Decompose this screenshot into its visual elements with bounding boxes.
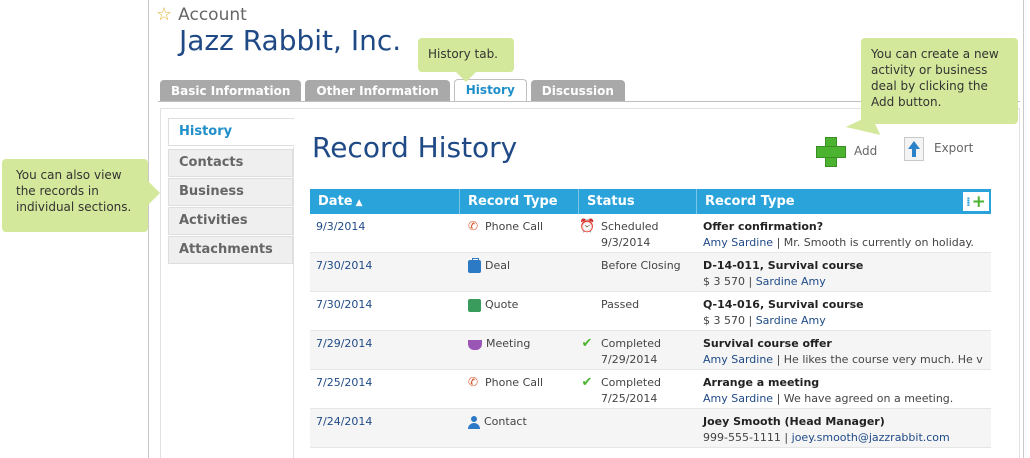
row-date[interactable]: 7/30/2014 — [316, 259, 372, 272]
phone-call-icon: ✆ — [468, 375, 479, 389]
row-type: Meeting — [486, 337, 531, 350]
completed-check-icon: ✔ — [581, 375, 593, 390]
row-type: Contact — [484, 415, 527, 428]
add-column-plus-icon: + — [971, 191, 986, 212]
row-title[interactable]: Offer confirmation? — [703, 219, 991, 235]
sidebar-item-activities[interactable]: Activities — [168, 207, 293, 235]
account-header: ☆ Account — [156, 5, 247, 25]
row-date[interactable]: 7/24/2014 — [316, 415, 372, 428]
row-detail: Mr. Smooth is currently on holiday. — [783, 236, 974, 249]
row-type: Phone Call — [485, 376, 544, 389]
export-button[interactable]: Export — [904, 135, 973, 161]
row-title[interactable]: Arrange a meeting — [703, 375, 991, 391]
row-email-link[interactable]: joey.smooth@jazzrabbit.com — [792, 431, 950, 444]
table-row[interactable]: 7/24/2014 Contact Joey Smooth (Head Mana… — [310, 409, 991, 448]
page-title: Record History — [312, 131, 518, 164]
crm-account-view: ☆ Account Jazz Rabbit, Inc. Basic Inform… — [0, 0, 1030, 458]
meeting-cup-icon — [468, 340, 482, 350]
sidebar-divider — [293, 147, 294, 458]
row-status: Completed — [601, 337, 661, 350]
sidebar-item-contacts[interactable]: Contacts — [168, 149, 293, 177]
table-row[interactable]: 7/30/2014 Quote Passed Q-14-016, Surviva… — [310, 292, 991, 331]
row-contact-link[interactable]: Amy Sardine — [703, 353, 773, 366]
row-status: Before Closing — [601, 259, 681, 272]
sort-ascending-icon: ▲ — [355, 198, 363, 208]
row-status: Passed — [601, 298, 640, 311]
row-title[interactable]: Joey Smooth (Head Manager) — [703, 414, 991, 430]
row-type: Deal — [485, 259, 511, 272]
table-row[interactable]: 7/29/2014 Meeting ✔ Completed 7/29/2014 Su… — [310, 331, 991, 370]
row-detail: $ 3 570 — [703, 275, 745, 288]
row-date[interactable]: 9/3/2014 — [316, 220, 365, 233]
row-contact-link[interactable]: Amy Sardine — [703, 236, 773, 249]
record-history-table: Date ▲ Record Type Status Record Type ⁞ + … — [310, 189, 991, 448]
row-type: Phone Call — [485, 220, 544, 233]
row-contact-link[interactable]: Sardine Amy — [756, 314, 826, 327]
scheduled-clock-icon: ⏰ — [579, 219, 596, 234]
row-status: Completed — [601, 376, 661, 389]
sidebar-item-history[interactable]: History — [168, 118, 294, 146]
row-status-date: 9/3/2014 — [601, 236, 651, 249]
callout-sections: You can also view the records in individ… — [2, 159, 160, 232]
contact-person-icon — [468, 416, 480, 429]
table-row[interactable]: 7/30/2014 Deal Before Closing D-14-011, … — [310, 253, 991, 292]
column-header-status[interactable]: Status — [579, 189, 697, 214]
export-label: Export — [934, 141, 974, 155]
column-header-date[interactable]: Date ▲ — [310, 189, 460, 214]
section-sidebar: History Contacts Business Activities Att… — [168, 118, 294, 265]
row-title[interactable]: D-14-011, Survival course — [703, 258, 991, 274]
column-header-record-type[interactable]: Record Type — [460, 189, 579, 214]
tab-discussion[interactable]: Discussion — [530, 80, 625, 102]
add-plus-icon — [816, 137, 846, 167]
column-header-record-type-detail[interactable]: Record Type — [697, 189, 991, 214]
callout-history-tab: History tab. — [418, 38, 514, 82]
row-detail: $ 3 570 — [703, 314, 745, 327]
row-date[interactable]: 7/29/2014 — [316, 337, 372, 350]
export-icon — [904, 135, 924, 161]
row-title[interactable]: Q-14-016, Survival course — [703, 297, 991, 313]
tab-history[interactable]: History — [453, 79, 527, 102]
table-header: Date ▲ Record Type Status Record Type ⁞ + — [310, 189, 991, 214]
row-contact-link[interactable]: Amy Sardine — [703, 392, 773, 405]
company-name: Jazz Rabbit, Inc. — [179, 24, 402, 57]
deal-briefcase-icon — [468, 258, 481, 273]
add-label: Add — [854, 144, 878, 158]
row-detail: We have agreed on a meeting. — [783, 392, 954, 405]
quote-document-icon — [468, 299, 481, 312]
add-column-button[interactable]: ⁞ + — [963, 192, 989, 211]
tab-basic-information[interactable]: Basic Information — [160, 80, 302, 102]
row-date[interactable]: 7/25/2014 — [316, 376, 372, 389]
add-button[interactable]: Add — [816, 137, 878, 167]
row-contact-link[interactable]: Sardine Amy — [756, 275, 826, 288]
table-row[interactable]: 9/3/2014 ✆ Phone Call ⏰ Scheduled 9/3/2014 … — [310, 214, 991, 253]
account-label: Account — [178, 5, 247, 25]
row-detail: 999-555-1111 — [703, 431, 781, 444]
row-status: Scheduled — [601, 220, 659, 233]
phone-call-icon: ✆ — [468, 219, 479, 233]
row-status-date: 7/29/2014 — [601, 353, 658, 366]
tab-bar: Basic Information Other Information Hist… — [160, 79, 625, 102]
completed-check-icon: ✔ — [581, 336, 593, 351]
row-type: Quote — [485, 298, 519, 311]
sidebar-item-business[interactable]: Business — [168, 178, 293, 206]
sidebar-item-attachments[interactable]: Attachments — [168, 236, 293, 264]
table-row[interactable]: 7/25/2014 ✆ Phone Call ✔ Completed 7/25/201… — [310, 370, 991, 409]
row-date[interactable]: 7/30/2014 — [316, 298, 372, 311]
column-chooser-icon: ⁞ — [966, 194, 971, 209]
callout-add-button: You can create a new activity or busines… — [861, 38, 1018, 124]
star-icon[interactable]: ☆ — [156, 6, 172, 24]
row-detail: He likes the course very much. He v — [783, 353, 983, 366]
row-status-date: 7/25/2014 — [601, 392, 658, 405]
tab-other-information[interactable]: Other Information — [305, 80, 450, 102]
row-title[interactable]: Survival course offer — [703, 336, 991, 352]
